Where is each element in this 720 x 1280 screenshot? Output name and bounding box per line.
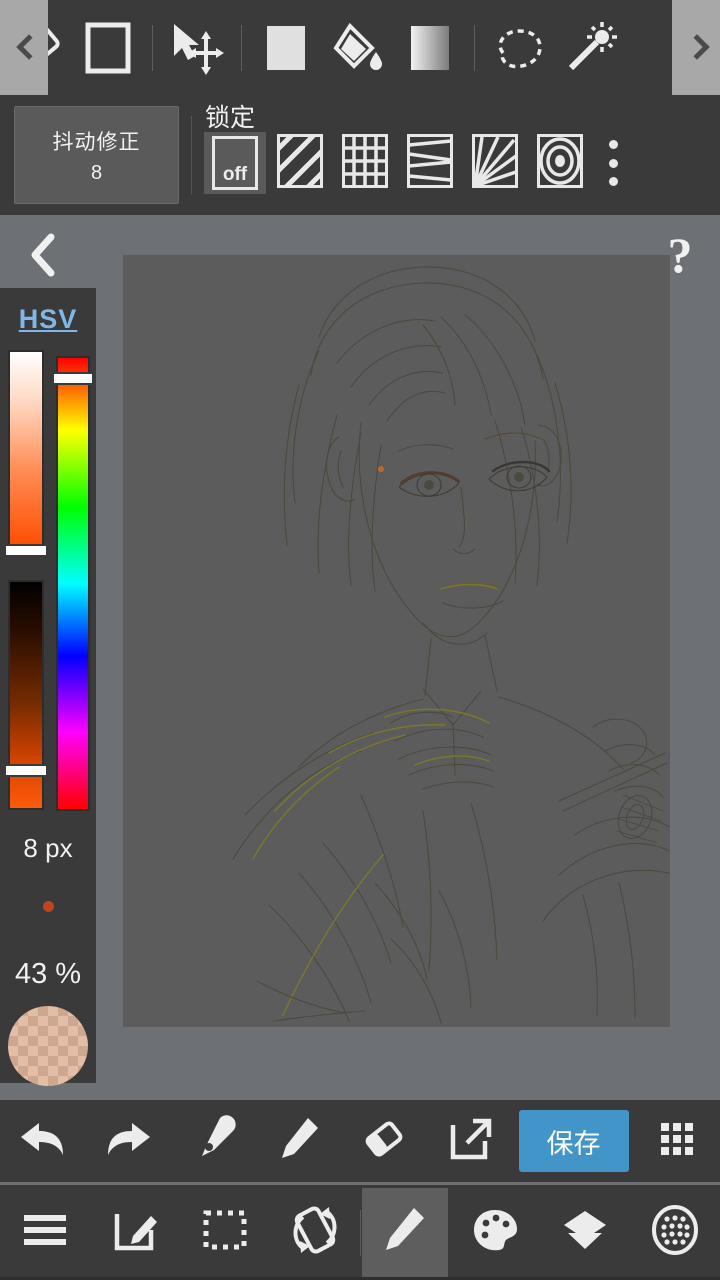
settings-divider — [191, 116, 192, 194]
eraser-icon — [359, 1116, 409, 1167]
material-nav[interactable] — [630, 1185, 720, 1280]
filled-square-icon — [261, 20, 311, 76]
jitter-correction-button[interactable]: 抖动修正 8 — [14, 106, 179, 204]
dotted-circle-icon — [651, 1205, 699, 1260]
guide-radial-lines-icon — [472, 133, 518, 193]
guide-concentric-circles-icon — [537, 133, 583, 193]
lock-section-label: 锁定 — [205, 104, 256, 132]
top-tool-row — [0, 0, 720, 95]
toolbar-divider — [474, 24, 475, 71]
toolbar-scroll-right[interactable] — [672, 0, 720, 95]
hue-slider[interactable] — [56, 356, 90, 811]
bucket-fill-tool[interactable] — [322, 0, 394, 95]
guide-parallel-lines-icon — [407, 133, 453, 193]
canvas-area: ? — [0, 215, 720, 1095]
drawing-canvas[interactable] — [123, 255, 670, 1027]
cursor-move-icon — [168, 20, 226, 76]
hsv-mode-label[interactable]: HSV — [0, 288, 96, 335]
magic-wand-icon — [563, 20, 619, 76]
guide-radial-lines[interactable] — [464, 132, 526, 194]
grid-dots-icon — [655, 1117, 699, 1166]
external-link-icon — [447, 1115, 493, 1168]
hamburger-menu-icon — [20, 1209, 70, 1256]
pencil-icon — [382, 1204, 428, 1261]
guide-concentric-circles[interactable] — [529, 132, 591, 194]
guide-grid-icon — [342, 133, 388, 193]
color-panel: HSV 8 px 43 % — [0, 288, 96, 1086]
selection-nav[interactable] — [180, 1185, 270, 1280]
toolbar-scroll-left[interactable] — [0, 0, 48, 95]
eraser-button[interactable] — [342, 1100, 427, 1182]
brush-dot-icon — [42, 900, 54, 912]
save-button[interactable]: 保存 — [518, 1110, 629, 1172]
guide-diagonal-hatch[interactable] — [269, 121, 333, 198]
export-button[interactable] — [427, 1100, 512, 1182]
current-color-swatch[interactable] — [8, 1006, 88, 1086]
gradient-square-icon — [405, 20, 455, 76]
edit-canvas-nav[interactable] — [90, 1185, 180, 1280]
guide-off-icon: off — [212, 136, 258, 190]
layers-nav[interactable] — [540, 1185, 630, 1280]
undo-arrow-icon — [17, 1117, 69, 1166]
rotate-device-icon — [289, 1205, 341, 1260]
brush-settings-toolbar: 抖动修正 8 锁定 off — [0, 95, 720, 215]
jitter-correction-value: 8 — [90, 161, 103, 184]
jitter-correction-label: 抖动修正 — [52, 130, 141, 154]
guide-parallel-lines[interactable] — [399, 132, 461, 194]
gradient-tool[interactable] — [394, 0, 466, 95]
more-options-button[interactable] — [635, 1100, 720, 1182]
lock-guide-group: 锁定 off — [204, 95, 720, 215]
paint-bucket-icon — [330, 20, 386, 76]
pencil-button[interactable] — [256, 1100, 341, 1182]
brush-size-preview — [0, 886, 96, 926]
toolbar-divider — [152, 24, 153, 71]
chevron-right-icon — [688, 34, 704, 62]
guide-off-label: off — [222, 164, 248, 185]
layers-icon — [560, 1207, 610, 1258]
eyedropper-button[interactable] — [171, 1100, 256, 1182]
palette-nav[interactable] — [450, 1185, 540, 1280]
eyedropper-icon — [190, 1114, 238, 1169]
saturation-slider[interactable] — [8, 350, 44, 550]
dashed-selection-icon — [201, 1206, 249, 1259]
palette-icon — [471, 1207, 519, 1258]
drawing-app-root: 抖动修正 8 锁定 off ? HSV 8 px 43 % 保存 — [0, 0, 720, 1280]
toolbar-divider — [241, 24, 242, 71]
square-outline-icon — [83, 20, 133, 76]
hue-slider-handle[interactable] — [52, 372, 94, 385]
value-slider-handle[interactable] — [4, 764, 48, 777]
brush-nav[interactable] — [361, 1185, 451, 1280]
brush-size-value[interactable]: 8 px — [0, 833, 96, 864]
guide-off[interactable]: off — [204, 132, 266, 194]
action-toolbar: 保存 — [0, 1100, 720, 1182]
fill-color-tool[interactable] — [250, 0, 322, 95]
pencil-icon — [276, 1114, 322, 1169]
bottom-navigation — [0, 1185, 720, 1280]
rotate-canvas-nav[interactable] — [270, 1185, 360, 1280]
guide-pattern-row: off — [204, 121, 618, 198]
undo-button[interactable] — [0, 1100, 85, 1182]
guide-grid[interactable] — [334, 132, 396, 194]
guide-diagonal-hatch-icon — [269, 121, 333, 198]
saturation-slider-handle[interactable] — [4, 544, 48, 557]
opacity-value[interactable]: 43 % — [0, 958, 96, 991]
move-transform-tool[interactable] — [161, 0, 233, 95]
redo-arrow-icon — [102, 1117, 154, 1166]
chevron-left-icon — [29, 233, 59, 282]
lasso-select-tool[interactable] — [483, 0, 555, 95]
color-sliders — [0, 350, 96, 820]
edit-square-icon — [111, 1206, 159, 1259]
menu-nav[interactable] — [0, 1185, 90, 1280]
top-toolbar — [0, 0, 720, 95]
three-dots-vertical-icon[interactable] — [608, 140, 618, 186]
back-button[interactable] — [24, 233, 64, 281]
rectangle-shape-tool[interactable] — [72, 0, 144, 95]
lasso-dashed-icon — [489, 23, 549, 73]
chevron-left-icon — [16, 34, 32, 62]
magic-wand-tool[interactable] — [555, 0, 627, 95]
redo-button[interactable] — [85, 1100, 170, 1182]
